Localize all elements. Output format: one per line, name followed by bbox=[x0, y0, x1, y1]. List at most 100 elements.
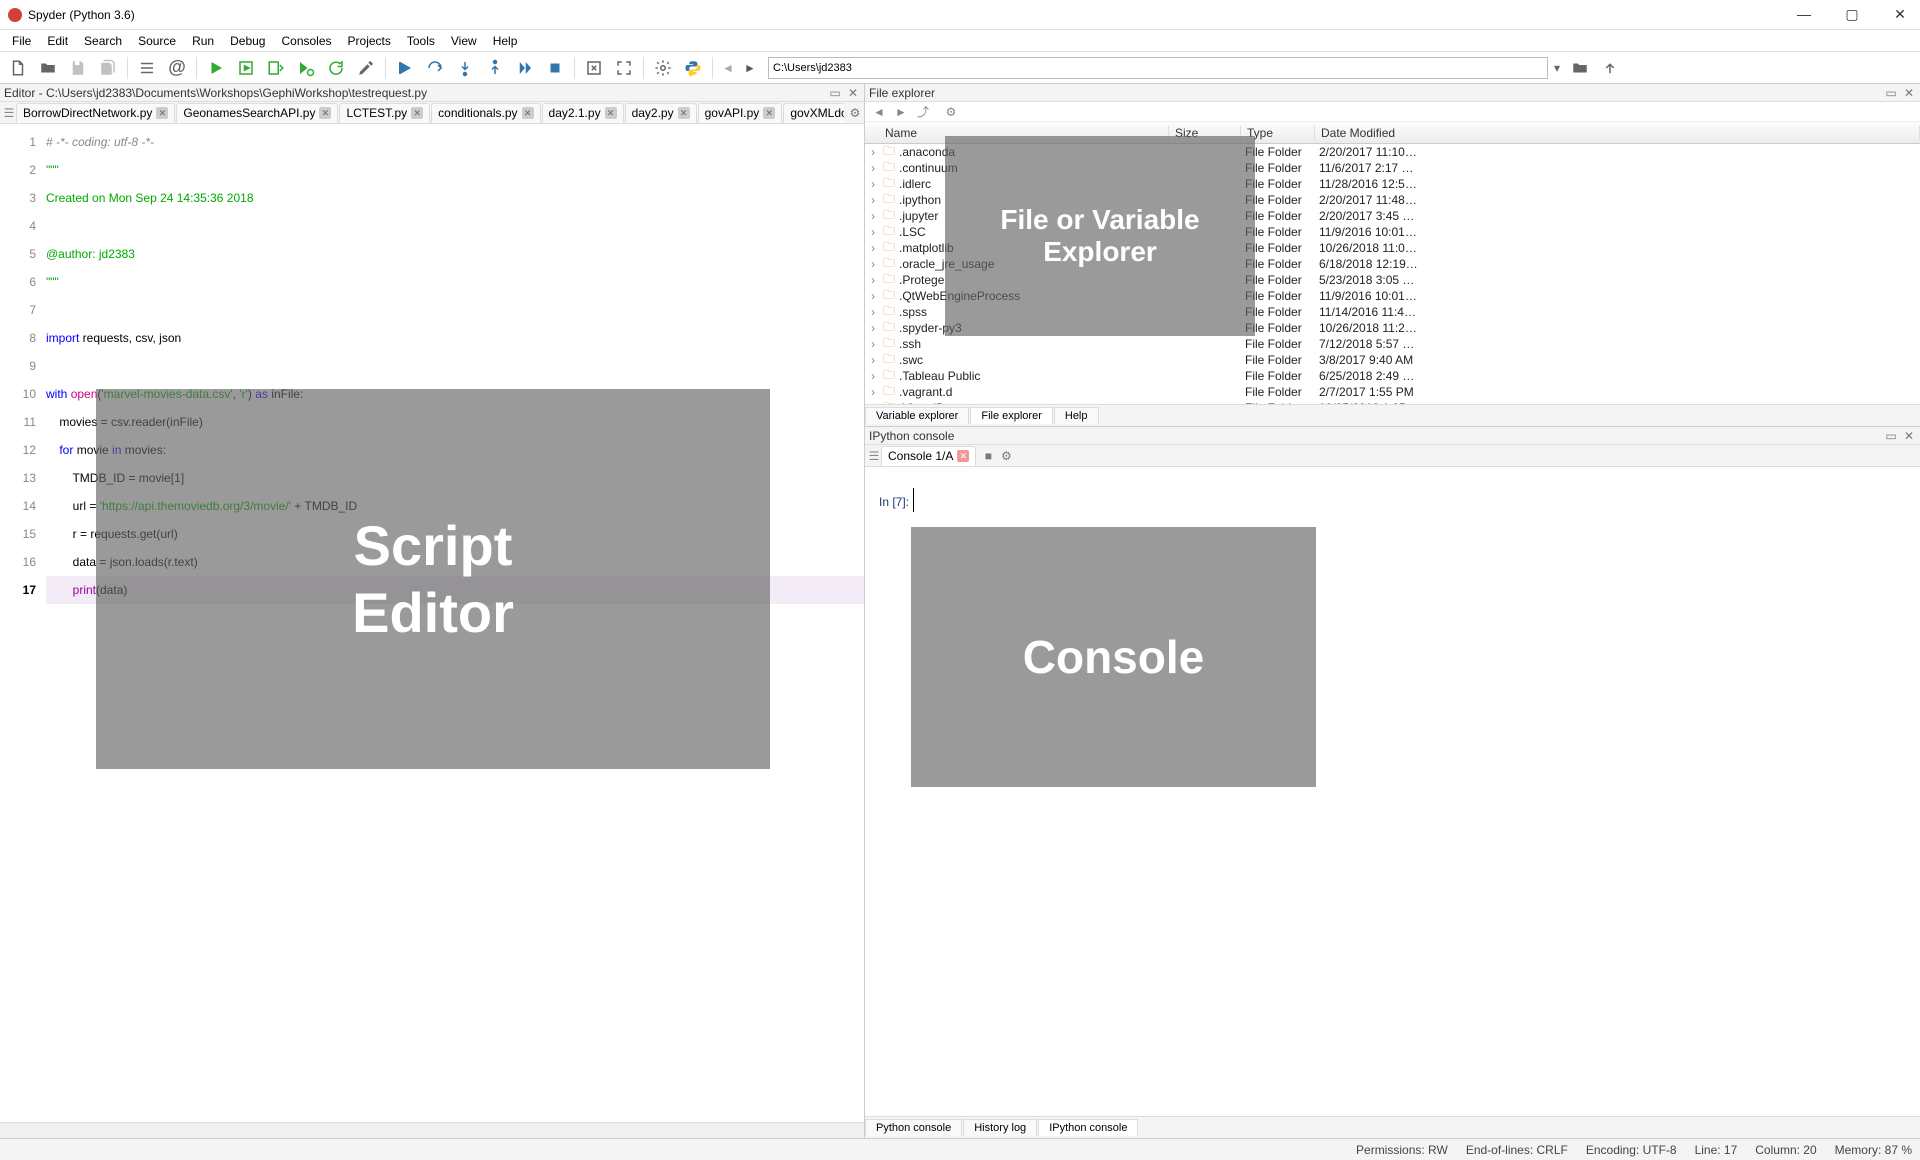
menu-help[interactable]: Help bbox=[485, 32, 526, 50]
menu-projects[interactable]: Projects bbox=[340, 32, 399, 50]
console-header: IPython console ▭ ✕ bbox=[865, 427, 1920, 445]
preferences-icon[interactable] bbox=[649, 54, 677, 82]
editor-tab[interactable]: govXMLdownload.py✕ bbox=[783, 103, 844, 123]
close-pane-icon[interactable]: ✕ bbox=[1902, 429, 1916, 443]
console-output[interactable]: In [7]: Console bbox=[865, 467, 1920, 1116]
stop-console-icon[interactable]: ■ bbox=[981, 449, 995, 463]
menu-source[interactable]: Source bbox=[130, 32, 184, 50]
file-row[interactable]: ›🗀.swcFile Folder3/8/2017 9:40 AM bbox=[865, 352, 1920, 368]
configure-icon[interactable] bbox=[352, 54, 380, 82]
console-tabs: ☰ Console 1/A✕ ■ ⚙ bbox=[865, 445, 1920, 467]
max-pane-icon[interactable] bbox=[580, 54, 608, 82]
editor-tab[interactable]: LCTEST.py✕ bbox=[339, 103, 430, 123]
rerun-icon[interactable] bbox=[322, 54, 350, 82]
minimize-button[interactable]: — bbox=[1792, 6, 1816, 23]
close-tab-icon[interactable]: ✕ bbox=[319, 107, 331, 119]
console-title: IPython console bbox=[869, 429, 954, 443]
outline-icon[interactable] bbox=[133, 54, 161, 82]
editor-tab[interactable]: BorrowDirectNetwork.py✕ bbox=[16, 103, 175, 123]
undock-icon[interactable]: ▭ bbox=[828, 86, 842, 100]
console-bottom-tab[interactable]: History log bbox=[963, 1119, 1037, 1136]
app-icon bbox=[8, 8, 22, 22]
undock-icon[interactable]: ▭ bbox=[1884, 86, 1898, 100]
file-row[interactable]: ›🗀.VirtualBoxFile Folder10/25/2018 1:05… bbox=[865, 400, 1920, 404]
step-return-icon[interactable] bbox=[481, 54, 509, 82]
editor-tab[interactable]: day2.1.py✕ bbox=[542, 103, 624, 123]
menu-search[interactable]: Search bbox=[76, 32, 130, 50]
prev-icon[interactable]: ◄ bbox=[871, 104, 887, 120]
at-icon[interactable]: @ bbox=[163, 54, 191, 82]
editor-tab[interactable]: day2.py✕ bbox=[625, 103, 697, 123]
close-button[interactable]: ✕ bbox=[1888, 6, 1912, 23]
run-cell-advance-icon[interactable] bbox=[262, 54, 290, 82]
statusbar: Permissions: RW End-of-lines: CRLF Encod… bbox=[0, 1138, 1920, 1160]
debug-icon[interactable] bbox=[391, 54, 419, 82]
col-date[interactable]: Date Modified bbox=[1315, 126, 1920, 140]
editor-tab[interactable]: GeonamesSearchAPI.py✕ bbox=[176, 103, 338, 123]
nav-back-icon[interactable]: ◄ bbox=[718, 58, 738, 78]
close-tab-icon[interactable]: ✕ bbox=[156, 107, 168, 119]
file-explorer-toolbar: ◄ ► ⤴ ⚙ bbox=[865, 102, 1920, 122]
menu-edit[interactable]: Edit bbox=[39, 32, 76, 50]
close-tab-icon[interactable]: ✕ bbox=[411, 107, 423, 119]
parent-dir-icon[interactable] bbox=[1596, 54, 1624, 82]
menu-debug[interactable]: Debug bbox=[222, 32, 273, 50]
next-icon[interactable]: ► bbox=[893, 104, 909, 120]
menu-file[interactable]: File bbox=[4, 32, 39, 50]
console-bottom-tab[interactable]: IPython console bbox=[1038, 1119, 1138, 1136]
cwd-field[interactable]: C:\Users\jd2383 bbox=[768, 57, 1548, 79]
run-selection-icon[interactable] bbox=[292, 54, 320, 82]
editor-tabs: ☰ BorrowDirectNetwork.py✕GeonamesSearchA… bbox=[0, 102, 864, 124]
save-icon[interactable] bbox=[64, 54, 92, 82]
menu-tools[interactable]: Tools bbox=[399, 32, 443, 50]
save-all-icon[interactable] bbox=[94, 54, 122, 82]
console-bottom-tab[interactable]: Python console bbox=[865, 1119, 962, 1136]
menu-consoles[interactable]: Consoles bbox=[273, 32, 339, 50]
file-row[interactable]: ›🗀.Tableau PublicFile Folder6/25/2018 2:… bbox=[865, 368, 1920, 384]
nav-fwd-icon[interactable]: ► bbox=[740, 58, 760, 78]
status-eol: End-of-lines: CRLF bbox=[1466, 1143, 1568, 1157]
options-icon[interactable]: ⚙ bbox=[943, 104, 959, 120]
python-path-icon[interactable] bbox=[679, 54, 707, 82]
close-tab-icon[interactable]: ✕ bbox=[522, 107, 534, 119]
browse-icon[interactable] bbox=[1566, 54, 1594, 82]
editor-tab[interactable]: conditionals.py✕ bbox=[431, 103, 540, 123]
explorer-tab[interactable]: File explorer bbox=[970, 407, 1053, 424]
status-memory: Memory: 87 % bbox=[1835, 1143, 1912, 1157]
explorer-tab[interactable]: Variable explorer bbox=[865, 407, 969, 424]
open-file-icon[interactable] bbox=[34, 54, 62, 82]
close-pane-icon[interactable]: ✕ bbox=[1902, 86, 1916, 100]
fullscreen-icon[interactable] bbox=[610, 54, 638, 82]
undock-icon[interactable]: ▭ bbox=[1884, 429, 1898, 443]
overlay-console: Console bbox=[911, 527, 1316, 787]
file-tree[interactable]: Name Size Type Date Modified ›🗀.anaconda… bbox=[865, 122, 1920, 404]
continue-icon[interactable] bbox=[511, 54, 539, 82]
up-icon[interactable]: ⤴ bbox=[915, 104, 931, 120]
run-cell-icon[interactable] bbox=[232, 54, 260, 82]
console-options-icon[interactable]: ⚙ bbox=[999, 449, 1013, 463]
file-row[interactable]: ›🗀.vagrant.dFile Folder2/7/2017 1:55 PM bbox=[865, 384, 1920, 400]
editor-pane-title: Editor - C:\Users\jd2383\Documents\Works… bbox=[4, 86, 427, 100]
editor-tab[interactable]: govAPI.py✕ bbox=[698, 103, 783, 123]
step-into-icon[interactable] bbox=[451, 54, 479, 82]
stop-debug-icon[interactable] bbox=[541, 54, 569, 82]
close-tab-icon[interactable]: ✕ bbox=[763, 107, 775, 119]
close-tab-icon[interactable]: ✕ bbox=[678, 107, 690, 119]
run-icon[interactable] bbox=[202, 54, 230, 82]
step-over-icon[interactable] bbox=[421, 54, 449, 82]
console-tab[interactable]: Console 1/A✕ bbox=[881, 446, 976, 466]
editor-h-scrollbar[interactable] bbox=[0, 1122, 864, 1138]
tab-options-icon[interactable]: ⚙ bbox=[848, 106, 862, 120]
tab-list-icon[interactable]: ☰ bbox=[867, 449, 881, 463]
file-row[interactable]: ›🗀.sshFile Folder7/12/2018 5:57 … bbox=[865, 336, 1920, 352]
explorer-tab[interactable]: Help bbox=[1054, 407, 1099, 424]
close-pane-icon[interactable]: ✕ bbox=[846, 86, 860, 100]
maximize-button[interactable]: ▢ bbox=[1840, 6, 1864, 23]
new-file-icon[interactable] bbox=[4, 54, 32, 82]
close-tab-icon[interactable]: ✕ bbox=[605, 107, 617, 119]
menu-view[interactable]: View bbox=[443, 32, 485, 50]
code-editor[interactable]: 1234567891011121314151617 # -*- coding: … bbox=[0, 124, 864, 1122]
overlay-script-editor: Script Editor bbox=[96, 389, 770, 769]
tab-list-icon[interactable]: ☰ bbox=[2, 106, 16, 120]
menu-run[interactable]: Run bbox=[184, 32, 222, 50]
